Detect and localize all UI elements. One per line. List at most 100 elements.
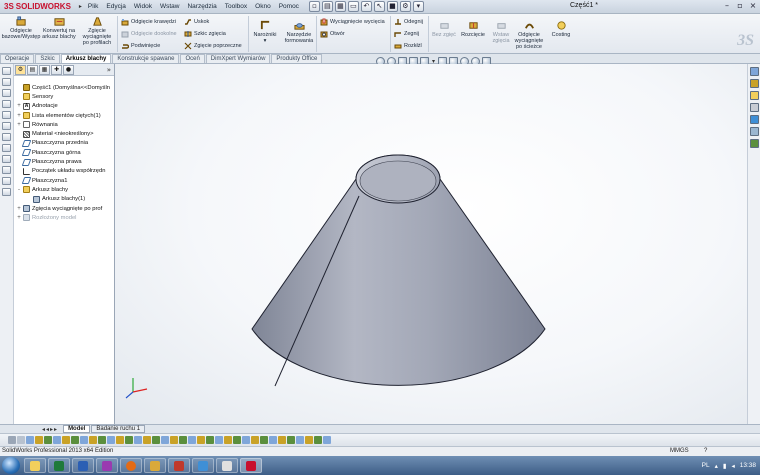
save-icon[interactable]: ▦ — [334, 1, 346, 12]
print-icon[interactable]: ▭ — [347, 1, 359, 12]
dimxpert-tab-icon[interactable]: ✚ — [51, 64, 62, 75]
swept-flange-button[interactable]: Odgięcie wyciągnięte po ścieżce — [514, 20, 544, 50]
toolbar-icon[interactable] — [179, 436, 187, 444]
taskbar-word[interactable] — [72, 458, 94, 473]
toolbar-icon[interactable] — [314, 436, 322, 444]
graphics-area[interactable] — [115, 64, 747, 424]
view-icon[interactable] — [2, 100, 11, 108]
tree-node[interactable]: - Arkusz blachy — [16, 185, 114, 194]
hole-button[interactable]: Otwór — [320, 29, 345, 38]
minimize-icon[interactable]: – — [722, 1, 732, 10]
open-icon[interactable]: ▤ — [321, 1, 333, 12]
tab-produkty-office[interactable]: Produkty Office — [271, 54, 323, 63]
tree-expander[interactable]: + — [16, 215, 22, 221]
undo-icon[interactable]: ↶ — [360, 1, 372, 12]
help-icon[interactable]: ? — [704, 447, 707, 456]
tree-node[interactable]: + Równania — [16, 120, 114, 129]
no-bends-button[interactable]: Bez zgięć — [431, 20, 457, 38]
taskbar-app[interactable] — [192, 458, 214, 473]
appearances-icon[interactable] — [749, 115, 759, 124]
tree-node[interactable]: Początek układu współrzędn — [16, 167, 114, 176]
tree-node[interactable]: Sensory — [16, 92, 114, 101]
toolbar-icon[interactable] — [17, 436, 25, 444]
toolbar-icon[interactable] — [26, 436, 34, 444]
toolbar-icon[interactable] — [116, 436, 124, 444]
toolbar-icon[interactable] — [152, 436, 160, 444]
menu-widok[interactable]: Widok — [130, 3, 156, 10]
select-icon[interactable]: ↖ — [373, 1, 385, 12]
view-icon[interactable] — [2, 122, 11, 130]
customize-icon[interactable]: ▾ — [412, 1, 424, 12]
toolbar-icon[interactable] — [170, 436, 178, 444]
feature-tree-tab-icon[interactable]: ⚙ — [15, 64, 26, 75]
toolbar-icon[interactable] — [134, 436, 142, 444]
cross-break-button[interactable]: Zgięcie poprzeczne — [184, 41, 242, 50]
clock[interactable]: 13:38 — [740, 462, 756, 469]
menu-narzedzia[interactable]: Narzędzia — [183, 3, 220, 10]
tree-node[interactable]: + Rozłożony model — [16, 213, 114, 222]
new-doc-icon[interactable]: ▫ — [308, 1, 320, 12]
unfold-button[interactable]: Odegnij — [394, 17, 423, 26]
file-explorer-icon[interactable] — [749, 91, 759, 100]
property-manager-tab-icon[interactable]: ▤ — [27, 64, 38, 75]
base-flange-button[interactable]: Odgięcie bazowe/Występ — [2, 16, 40, 40]
menu-okno[interactable]: Okno — [251, 3, 275, 10]
convert-sheet-button[interactable]: Konwertuj na arkusz blachy — [42, 16, 76, 40]
toolbar-icon[interactable] — [197, 436, 205, 444]
solidworks-logo[interactable]: 3S SOLIDWORKS — [0, 0, 77, 14]
menu-wstaw[interactable]: Wstaw — [156, 3, 184, 10]
toolbar-icon[interactable] — [305, 436, 313, 444]
view-icon[interactable] — [2, 188, 11, 196]
solidworks-forum-icon[interactable] — [749, 139, 759, 148]
toolbar-icon[interactable] — [206, 436, 214, 444]
tree-expander[interactable]: + — [16, 206, 22, 212]
toolbar-icon[interactable] — [107, 436, 115, 444]
volume-icon[interactable]: ◂ — [731, 462, 734, 470]
taskbar-firefox[interactable] — [120, 458, 142, 473]
miter-flange-button[interactable]: Odgięcie dookolne — [121, 29, 177, 38]
units-selector[interactable]: MMGS — [670, 447, 689, 456]
jog-button[interactable]: Uskok — [184, 17, 209, 26]
view-palette-icon[interactable] — [749, 103, 759, 112]
sketched-bend-button[interactable]: Szkic zgięcia — [184, 29, 226, 38]
tree-expander[interactable]: + — [16, 122, 22, 128]
view-icon[interactable] — [2, 166, 11, 174]
tab-motion-study[interactable]: Badanie ruchu 1 — [91, 425, 146, 433]
taskbar-app[interactable] — [144, 458, 166, 473]
corners-button[interactable]: Narożniki ▾ — [252, 20, 278, 44]
view-icon[interactable] — [2, 155, 11, 163]
resources-icon[interactable] — [749, 67, 759, 76]
panel-expand-icon[interactable]: » — [107, 66, 111, 74]
toolbar-icon[interactable] — [287, 436, 295, 444]
close-icon[interactable]: × — [748, 1, 758, 10]
language-indicator[interactable]: PL — [702, 462, 710, 469]
tree-node[interactable]: Płaszczyzna górna — [16, 148, 114, 157]
last-tab-icon[interactable]: ▸ — [54, 426, 57, 433]
toolbar-icon[interactable] — [278, 436, 286, 444]
toolbar-icon[interactable] — [71, 436, 79, 444]
prev-tab-icon[interactable]: ◂ — [46, 426, 49, 433]
tree-expander[interactable]: + — [16, 103, 22, 109]
toolbar-icon[interactable] — [89, 436, 97, 444]
tree-expander[interactable]: + — [16, 113, 22, 119]
configuration-tab-icon[interactable]: ▦ — [39, 64, 50, 75]
taskbar-explorer[interactable] — [24, 458, 46, 473]
extruded-cut-button[interactable]: Wyciągnięcie wycięcia — [320, 17, 385, 26]
toolbar-icon[interactable] — [242, 436, 250, 444]
tree-node[interactable]: Arkusz blachy(1) — [16, 195, 114, 204]
toolbar-icon[interactable] — [80, 436, 88, 444]
toolbar-icon[interactable] — [215, 436, 223, 444]
view-icon[interactable] — [2, 89, 11, 97]
tab-konstrukcje-spawane[interactable]: Konstrukcje spawane — [112, 54, 180, 63]
toolbar-icon[interactable] — [44, 436, 52, 444]
view-icon[interactable] — [2, 144, 11, 152]
toolbar-icon[interactable] — [296, 436, 304, 444]
rip-button[interactable]: Rozcięcie — [459, 20, 487, 38]
edge-flange-button[interactable]: Odgięcie krawędzi — [121, 17, 176, 26]
tree-filter[interactable] — [14, 76, 114, 83]
toolbar-icon[interactable] — [161, 436, 169, 444]
toolbar-icon[interactable] — [125, 436, 133, 444]
tree-node[interactable]: Materiał <nieokreślony> — [16, 129, 114, 138]
tab-dimxpert[interactable]: DimXpert Wymiarów — [205, 54, 271, 63]
lofted-bend-button[interactable]: Zgięcie wyciągnięte po profilach — [80, 16, 114, 46]
